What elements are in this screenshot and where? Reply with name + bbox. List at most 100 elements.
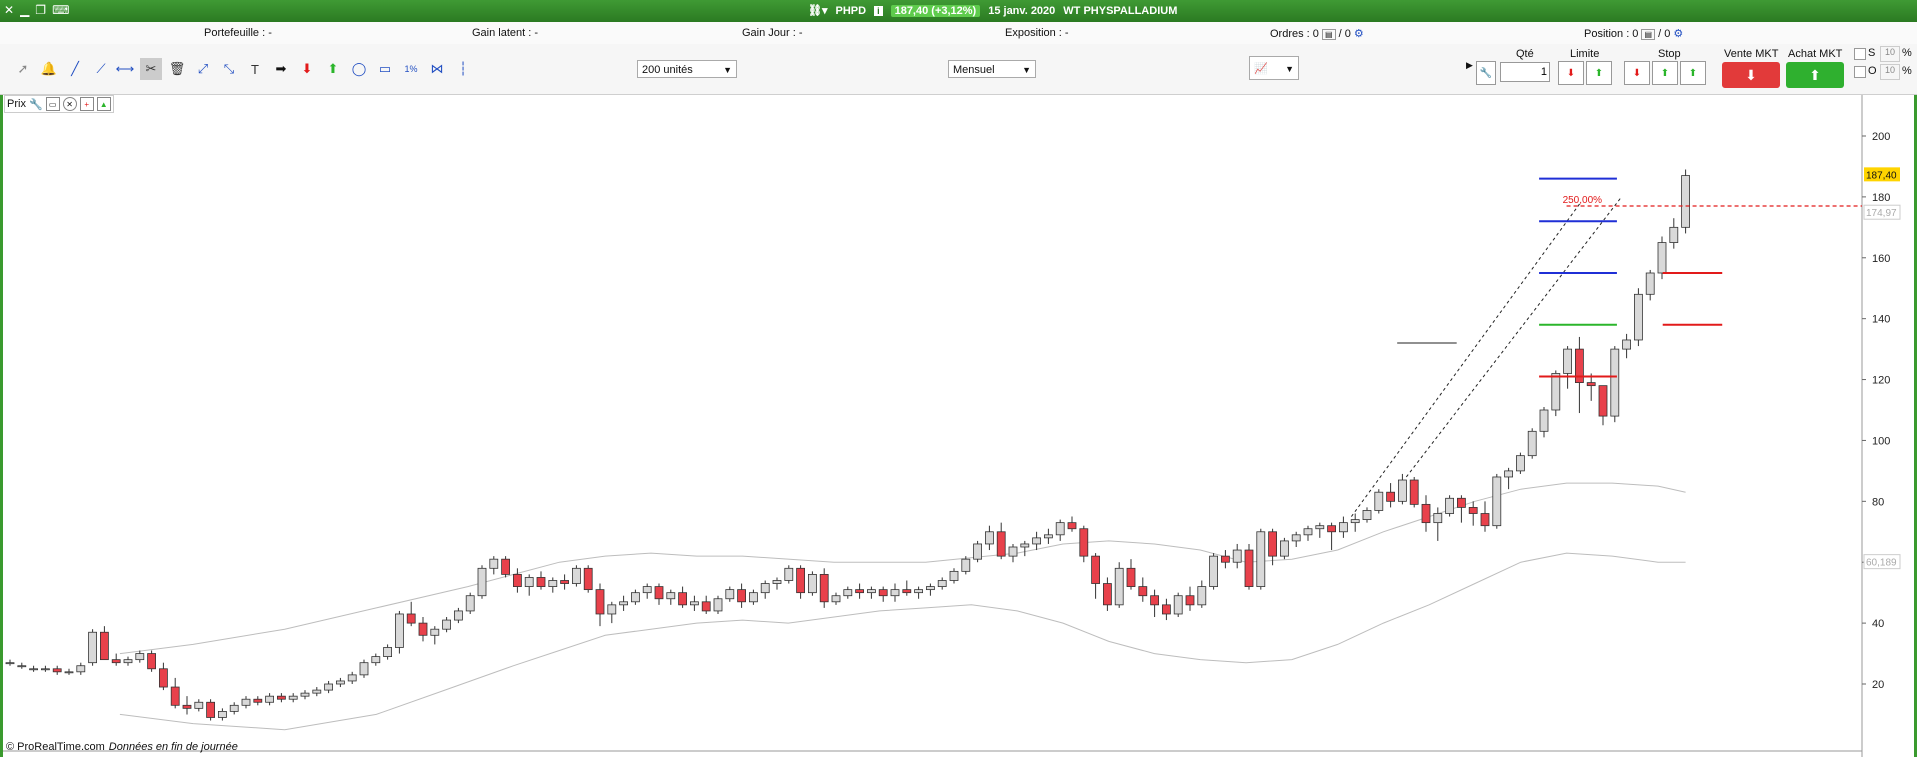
channel-icon[interactable]: ⤡ — [218, 58, 240, 80]
move-up-icon[interactable]: ▲ — [96, 97, 111, 111]
candle-body — [1551, 373, 1561, 411]
candle-body — [1480, 513, 1490, 527]
candle-body — [1598, 385, 1608, 417]
candle-body — [217, 711, 227, 718]
units-select[interactable]: 200 unités ▼ — [637, 60, 737, 78]
candle-body — [1634, 293, 1643, 341]
position-label: Position : 0 ▤ / 0 ⚙ — [1584, 28, 1684, 40]
candle-body — [359, 662, 369, 676]
candle-body — [265, 695, 275, 703]
wrench-icon[interactable]: 🔧 — [29, 98, 43, 111]
stop-label: Stop — [1658, 48, 1681, 60]
gann-icon[interactable]: ⋈ — [426, 58, 448, 80]
candle-body — [1055, 522, 1065, 536]
qty-label: Qté — [1516, 48, 1534, 60]
o-label: O — [1868, 65, 1877, 77]
candle-body — [1657, 242, 1667, 274]
arrow-down-icon[interactable]: ⬇ — [296, 58, 318, 80]
limit-label: Limite — [1570, 48, 1600, 60]
alert-bell-icon[interactable]: 🔔 — [38, 58, 60, 80]
rectangle-icon[interactable]: ▭ — [374, 58, 396, 80]
text-tool-icon[interactable]: T — [244, 58, 266, 80]
candle-body — [241, 698, 251, 706]
info-icon[interactable]: i — [874, 5, 883, 16]
order-panel: ▶ 🔧 Qté Limite ⬇ ⬆ Stop ⬇ ⬆ ⬆ Vente MKT … — [1466, 46, 1916, 92]
candle-body — [572, 567, 581, 584]
chart-style-select[interactable]: 📈 ▼ — [1249, 56, 1299, 80]
candle-body — [914, 589, 923, 594]
candle-body — [335, 680, 345, 685]
trendline-1 — [1405, 196, 1622, 478]
candle-body — [843, 589, 853, 597]
position-settings-icon[interactable]: ⚙ — [1673, 28, 1683, 40]
magnet-icon[interactable]: ✂ — [140, 58, 162, 80]
segment-tool-icon[interactable]: ╱ — [64, 58, 86, 80]
source-label: © ProRealTime.com — [6, 741, 105, 753]
candle-body — [383, 647, 393, 658]
arrow-up-icon[interactable]: ⬆ — [322, 58, 344, 80]
close-icon[interactable]: ✕ — [4, 3, 14, 17]
candle-body — [64, 671, 74, 674]
candle-body — [442, 619, 452, 630]
y-tick-label: 120 — [1872, 375, 1890, 387]
candle-body — [1622, 339, 1631, 350]
pointer-icon[interactable]: ➚ — [12, 58, 34, 80]
buy-market-button[interactable]: ⬆ — [1786, 62, 1844, 88]
candle-body — [1398, 479, 1407, 502]
horizontal-line-icon[interactable]: ⟷ — [114, 58, 136, 80]
candle-body — [1126, 567, 1136, 587]
candle-body — [1256, 531, 1266, 587]
wrench-icon[interactable]: 🔧 — [1476, 61, 1496, 85]
qty-input[interactable] — [1500, 62, 1550, 82]
candle-body — [1221, 555, 1230, 563]
chevron-down-icon: ▼ — [1022, 65, 1031, 75]
s-label: S — [1868, 47, 1876, 59]
s-checkbox[interactable] — [1854, 48, 1866, 60]
orders-book-icon[interactable]: ▤ — [1321, 29, 1336, 40]
ellipse-icon[interactable]: ◯ — [348, 58, 370, 80]
price-chart[interactable]: 250,00%204080100120140160180200220187,40… — [0, 95, 1917, 757]
keyboard-icon[interactable]: ⌨ — [52, 3, 69, 17]
position-book-icon[interactable]: ▤ — [1641, 29, 1656, 40]
candle-body — [1209, 555, 1218, 587]
s-pct-label: % — [1902, 47, 1912, 59]
candle-body — [229, 704, 239, 712]
stop-buy-button[interactable]: ⬆ — [1652, 61, 1678, 85]
sell-market-button[interactable]: ⬇ — [1722, 62, 1780, 88]
link-icon[interactable]: ⛓▾ — [808, 4, 828, 17]
s-value-field[interactable]: 10 — [1880, 46, 1900, 62]
window-icon[interactable]: ▭ — [45, 97, 60, 111]
fibonacci-icon[interactable]: ⤢ — [192, 58, 214, 80]
candle-body — [513, 573, 522, 587]
candle-body — [548, 580, 558, 587]
stop-sell-button[interactable]: ⬇ — [1624, 61, 1650, 85]
candle-body — [300, 692, 310, 697]
candle-body — [1445, 497, 1454, 514]
restore-icon[interactable]: ❐ — [35, 3, 46, 17]
settings-icon[interactable]: ⚙ — [1354, 28, 1364, 40]
candle-body — [1386, 491, 1395, 502]
minimize-icon[interactable]: ▁ — [20, 3, 29, 17]
trendline-0 — [1350, 202, 1581, 517]
arrow-right-icon[interactable]: ➡ — [270, 58, 292, 80]
o-checkbox[interactable] — [1854, 66, 1866, 78]
percent-tool-icon[interactable]: 1% — [400, 58, 422, 80]
candle-body — [1563, 348, 1572, 374]
expand-icon[interactable]: ▶ — [1466, 60, 1473, 71]
prix-label: Prix — [7, 98, 26, 110]
window-controls: ✕ ▁ ❐ ⌨ — [4, 3, 69, 17]
o-value-field[interactable]: 10 — [1880, 64, 1900, 80]
close-panel-icon[interactable]: ✕ — [62, 97, 77, 111]
add-indicator-icon[interactable]: + — [79, 97, 94, 111]
trash-icon[interactable]: 🗑 — [166, 58, 188, 80]
vertical-line-icon[interactable]: ┆ — [452, 58, 474, 80]
candle-body — [1280, 540, 1289, 557]
period-select[interactable]: Mensuel ▼ — [948, 60, 1036, 78]
line-tool-icon[interactable]: ⟋ — [90, 58, 112, 80]
limit-sell-button[interactable]: ⬇ — [1558, 61, 1584, 85]
candle-body — [760, 583, 770, 594]
limit-buy-button[interactable]: ⬆ — [1586, 61, 1612, 85]
y-tick-label: 200 — [1872, 131, 1890, 143]
stop-extra-button[interactable]: ⬆ — [1680, 61, 1706, 85]
candle-body — [855, 589, 864, 594]
